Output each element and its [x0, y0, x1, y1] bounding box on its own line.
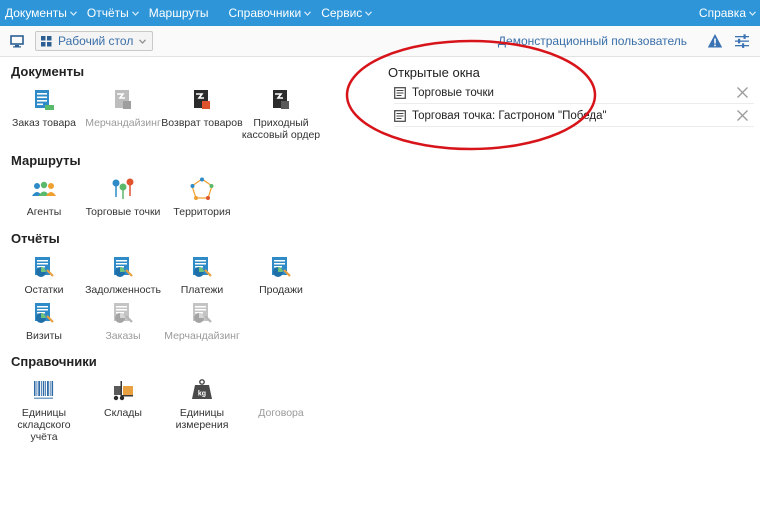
tile-stock-units[interactable]: Единицы складского учёта	[3, 378, 85, 443]
cash-order-icon	[273, 90, 289, 109]
tile-territory-label: Территория	[173, 206, 231, 218]
report-icon	[193, 303, 212, 323]
tile-order[interactable]: Заказ товара	[3, 88, 85, 129]
open-window-label: Торговая точка: Гастроном "Победа"	[412, 109, 607, 122]
tile-report-sales-label: Продажи	[259, 284, 303, 296]
menu-directories[interactable]: Справочники	[224, 0, 317, 26]
tile-return[interactable]: Возврат товаров	[161, 88, 243, 129]
tile-trade-points[interactable]: Торговые точки	[82, 177, 164, 218]
report-icon	[193, 257, 212, 277]
menu-routes-label: Маршруты	[148, 6, 209, 20]
menu-help-label: Справка	[698, 6, 746, 20]
menu-service-label: Сервис	[321, 6, 363, 20]
tile-report-visits-label: Визиты	[26, 330, 62, 342]
warning-icon[interactable]	[707, 33, 723, 49]
sliders-icon[interactable]	[734, 33, 750, 49]
tile-report-payments[interactable]: Платежи	[161, 255, 243, 296]
open-window-label: Торговые точки	[412, 86, 494, 99]
tile-agents[interactable]: Агенты	[3, 177, 85, 218]
tile-merchandising-doc-label: Мерчандайзинг	[85, 117, 161, 129]
svg-text:kg: kg	[198, 391, 206, 398]
report-icon	[272, 257, 291, 277]
section-title-reports: Отчёты	[11, 231, 60, 246]
tile-agents-label: Агенты	[26, 206, 62, 218]
current-user-link[interactable]: Демонстрационный пользователь	[498, 34, 687, 48]
tile-report-debt[interactable]: Задолженность	[82, 255, 164, 296]
main-menu-bar: Документы Отчёты Маршруты Справочники Се…	[0, 0, 760, 26]
tile-measure-units-label: Единицы измерения	[175, 407, 229, 431]
tile-warehouses-label: Склады	[104, 407, 142, 419]
tile-stock-units-label: Единицы складского учёта	[17, 407, 71, 443]
forklift-icon	[113, 381, 133, 401]
menu-directories-label: Справочники	[228, 6, 302, 20]
tile-order-label: Заказ товара	[12, 117, 76, 129]
document-icon	[394, 109, 406, 122]
tile-report-visits[interactable]: Визиты	[3, 301, 85, 342]
menu-documents-label: Документы	[5, 6, 67, 20]
tile-report-stock-label: Остатки	[24, 284, 64, 296]
tile-report-orders[interactable]: Заказы	[82, 301, 164, 342]
menu-service[interactable]: Сервис	[316, 0, 377, 26]
tile-merchandising-doc[interactable]: Мерчандайзинг	[82, 88, 164, 129]
chevron-down-icon	[749, 10, 756, 16]
tile-report-payments-label: Платежи	[180, 284, 224, 296]
merch-icon	[115, 90, 131, 109]
open-windows-title: Открытые окна	[388, 65, 480, 80]
section-title-routes: Маршруты	[11, 153, 81, 168]
tile-report-sales[interactable]: Продажи	[240, 255, 322, 296]
tile-return-label: Возврат товаров	[161, 117, 243, 129]
polygon-icon	[190, 177, 214, 200]
toolbar: Рабочий стол Демонстрационный пользовате…	[0, 26, 760, 57]
agents-icon	[32, 181, 56, 196]
chevron-down-icon	[139, 38, 147, 44]
menu-routes[interactable]: Маршруты	[144, 0, 214, 26]
tile-report-merchandising[interactable]: Мерчандайзинг	[161, 301, 243, 342]
menu-help[interactable]: Справка	[694, 0, 760, 26]
return-icon	[194, 90, 210, 109]
order-icon	[35, 90, 54, 110]
tile-cash-order-label: Приходный кассовый ордер	[241, 117, 321, 141]
barcode-icon	[34, 381, 54, 399]
tile-report-orders-label: Заказы	[105, 330, 141, 342]
tile-contracts-label: Договора	[258, 407, 304, 419]
grid-icon	[41, 35, 52, 46]
chevron-down-icon	[304, 10, 312, 16]
section-title-documents: Документы	[11, 64, 85, 79]
chevron-down-icon	[365, 10, 373, 16]
desktop-selector-label: Рабочий стол	[58, 34, 134, 48]
document-icon	[394, 86, 406, 99]
desktop-selector[interactable]: Рабочий стол	[35, 31, 154, 51]
close-icon[interactable]	[737, 87, 748, 98]
close-icon[interactable]	[737, 110, 748, 121]
menu-documents[interactable]: Документы	[0, 0, 82, 26]
menu-reports[interactable]: Отчёты	[82, 0, 144, 26]
tile-trade-points-label: Торговые точки	[85, 206, 161, 218]
contract-icon	[269, 378, 293, 402]
open-window-item[interactable]: Торговая точка: Гастроном "Победа"	[394, 105, 754, 127]
chevron-down-icon	[131, 10, 139, 16]
tile-cash-order[interactable]: Приходный кассовый ордер	[240, 88, 322, 141]
tile-report-stock[interactable]: Остатки	[3, 255, 85, 296]
tile-territory[interactable]: Территория	[161, 177, 243, 218]
weight-icon: kg	[192, 379, 212, 399]
monitor-icon	[10, 34, 24, 47]
monitor-button[interactable]	[9, 33, 25, 49]
section-title-directories: Справочники	[11, 354, 97, 369]
report-icon	[114, 303, 133, 323]
map-pins-icon	[112, 178, 134, 199]
open-window-item[interactable]: Торговые точки	[394, 82, 754, 104]
tile-contracts[interactable]: Договора	[240, 378, 322, 419]
tile-report-merchandising-label: Мерчандайзинг	[164, 330, 240, 342]
report-icon	[35, 303, 54, 323]
tile-warehouses[interactable]: Склады	[82, 378, 164, 419]
report-icon	[35, 257, 54, 277]
tile-report-debt-label: Задолженность	[85, 284, 161, 296]
chevron-down-icon	[69, 10, 77, 16]
tile-measure-units[interactable]: kg Единицы измерения	[161, 378, 243, 431]
report-icon	[114, 257, 133, 277]
menu-reports-label: Отчёты	[86, 6, 129, 20]
